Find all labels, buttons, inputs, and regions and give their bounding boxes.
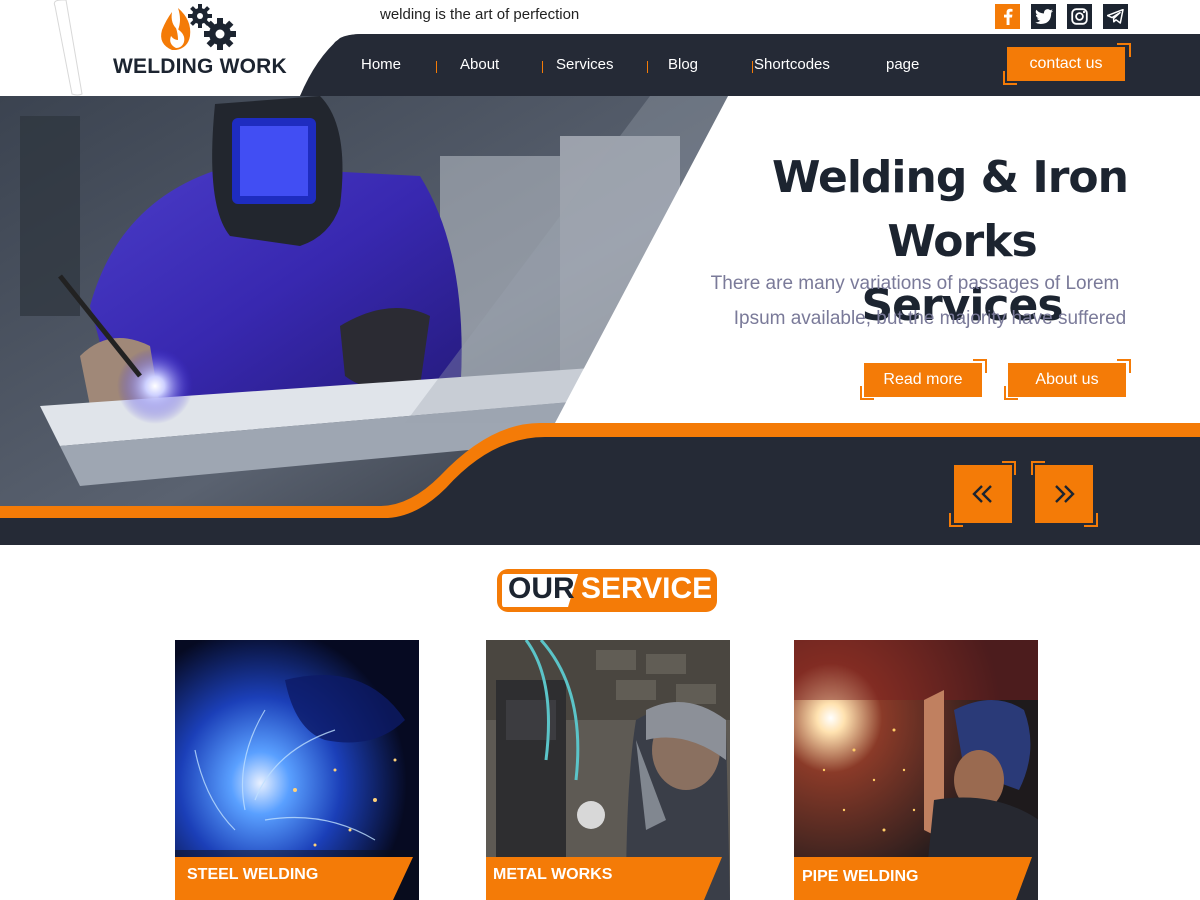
service-card-metal-works[interactable]: METAL WORKS bbox=[486, 640, 730, 900]
service-card-steel-welding[interactable]: STEEL WELDING bbox=[175, 640, 419, 900]
tagline: welding is the art of perfection bbox=[380, 6, 580, 23]
nav-item-home[interactable]: Home bbox=[361, 56, 401, 73]
steel-welding-photo bbox=[175, 640, 419, 900]
button-corner-decoration bbox=[1004, 386, 1018, 400]
hero-slider: Welding & Iron Works Services There are … bbox=[0, 96, 1200, 545]
logo-text[interactable]: WELDING WORK bbox=[113, 55, 287, 79]
metal-works-photo bbox=[486, 640, 730, 900]
pipe-welding-photo bbox=[794, 640, 1038, 900]
button-corner-decoration bbox=[1002, 461, 1016, 475]
service-label: PIPE WELDING bbox=[802, 868, 919, 885]
service-card-pipe-welding[interactable]: PIPE WELDING bbox=[794, 640, 1038, 900]
double-chevron-right-icon bbox=[1055, 485, 1075, 503]
nav-item-blog[interactable]: Blog bbox=[668, 56, 698, 73]
heading-our: OUR bbox=[508, 572, 575, 605]
nav-separator bbox=[752, 61, 753, 73]
telegram-icon[interactable] bbox=[1103, 4, 1128, 29]
button-corner-decoration bbox=[860, 386, 874, 400]
services-heading: OUR SERVICE bbox=[496, 568, 718, 613]
hero-description-line: Ipsum available, but the majority have s… bbox=[733, 308, 1127, 329]
service-label: METAL WORKS bbox=[493, 866, 613, 883]
twitter-icon[interactable] bbox=[1031, 4, 1056, 29]
nav-item-services[interactable]: Services bbox=[556, 56, 614, 73]
button-corner-decoration bbox=[1003, 71, 1017, 85]
contact-us-button[interactable]: contact us bbox=[1007, 47, 1125, 81]
nav-separator bbox=[542, 61, 543, 73]
read-more-button[interactable]: Read more bbox=[864, 363, 982, 397]
button-corner-decoration bbox=[1031, 461, 1045, 475]
button-corner-decoration bbox=[1084, 513, 1098, 527]
nav-separator bbox=[647, 61, 648, 73]
nav-item-page[interactable]: page bbox=[886, 56, 919, 73]
nav-item-about[interactable]: About bbox=[460, 56, 499, 73]
button-corner-decoration bbox=[949, 513, 963, 527]
heading-service: SERVICE bbox=[581, 572, 713, 605]
facebook-icon[interactable] bbox=[995, 4, 1020, 29]
hero-title-line: Welding & Iron bbox=[772, 152, 1129, 203]
about-us-button[interactable]: About us bbox=[1008, 363, 1126, 397]
nav-separator bbox=[436, 61, 437, 73]
hero-description: There are many variations of passages of… bbox=[686, 266, 1144, 336]
instagram-icon[interactable] bbox=[1067, 4, 1092, 29]
nav-item-shortcodes[interactable]: Shortcodes bbox=[754, 56, 830, 73]
site-header: WELDING WORK welding is the art of perfe… bbox=[0, 0, 1200, 96]
button-corner-decoration bbox=[1117, 359, 1131, 373]
hero-description-line: There are many variations of passages of… bbox=[710, 273, 1120, 294]
button-corner-decoration bbox=[1117, 43, 1131, 57]
double-chevron-left-icon bbox=[972, 485, 992, 503]
logo-icon[interactable] bbox=[158, 4, 240, 57]
button-corner-decoration bbox=[973, 359, 987, 373]
service-label: STEEL WELDING bbox=[187, 866, 319, 883]
